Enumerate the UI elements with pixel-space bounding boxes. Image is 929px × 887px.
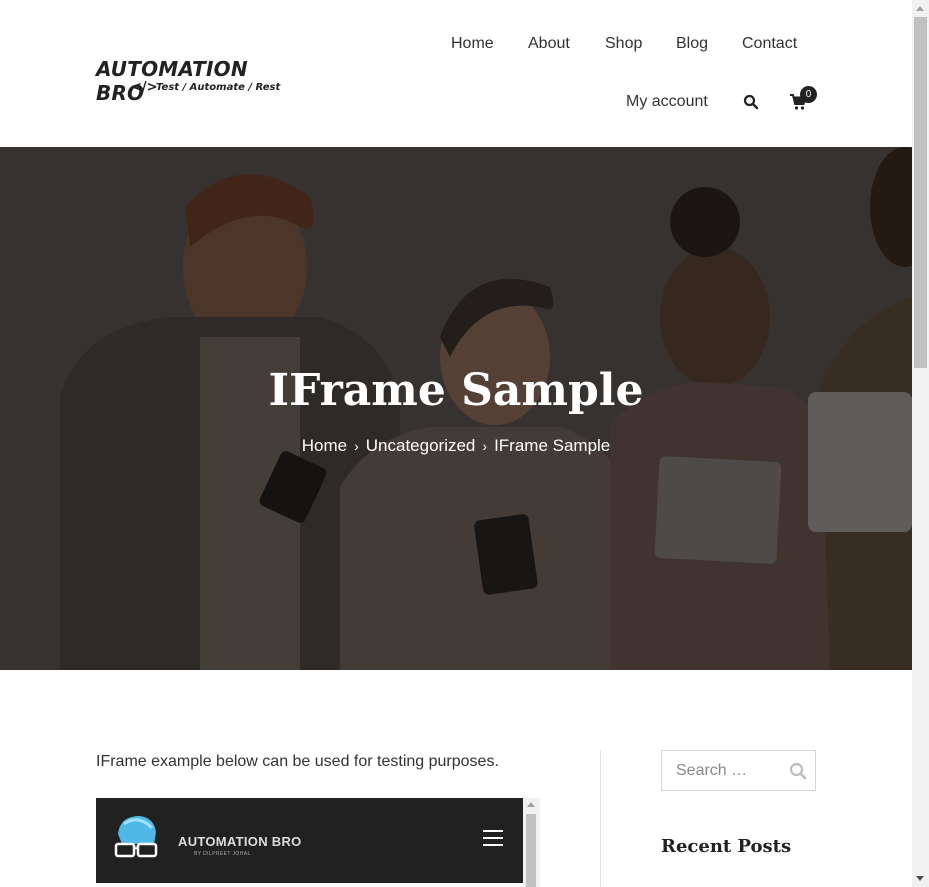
nav-shop[interactable]: Shop (605, 35, 642, 53)
iframe-header: AUTOMATION BRO BY DILPREET JOHAL (96, 798, 523, 883)
breadcrumb-home[interactable]: Home (302, 436, 347, 456)
embedded-iframe[interactable]: AUTOMATION BRO BY DILPREET JOHAL (96, 798, 540, 887)
scroll-down-arrow-icon[interactable] (916, 876, 924, 881)
code-icon: </> (131, 80, 158, 95)
logo-title: AUTOMATION BRO (96, 57, 248, 105)
site-header: AUTOMATION BRO </> Test / Automate / Res… (0, 0, 912, 147)
nav-contact[interactable]: Contact (742, 35, 797, 53)
nav-blog[interactable]: Blog (676, 35, 708, 53)
breadcrumb-current: IFrame Sample (494, 436, 611, 455)
breadcrumb: Home › Uncategorized › IFrame Sample (0, 436, 912, 456)
chevron-right-icon: › (354, 438, 359, 454)
page-scroll-thumb[interactable] (914, 17, 927, 368)
site-logo[interactable]: AUTOMATION BRO </> Test / Automate / Res… (96, 57, 301, 105)
logo-tagline: </> Test / Automate / Rest (131, 80, 281, 95)
iframe-brand: AUTOMATION BRO (178, 834, 302, 849)
nav-about[interactable]: About (528, 35, 570, 53)
iframe-brand-sub: BY DILPREET JOHAL (194, 851, 251, 857)
iframe-scroll-thumb[interactable] (526, 814, 536, 887)
logo-tagline-text: Test / Automate / Rest (156, 82, 281, 93)
intro-text: IFrame example below can be used for tes… (96, 753, 499, 770)
hero-banner: IFrame Sample Home › Uncategorized › IFrame … (0, 147, 912, 670)
search-input[interactable] (676, 761, 781, 781)
recent-posts-heading: Recent Posts (661, 836, 792, 857)
breadcrumb-uncategorized[interactable]: Uncategorized (366, 436, 476, 456)
hamburger-menu-icon[interactable] (483, 830, 503, 848)
page-title: IFrame Sample (268, 365, 644, 416)
nav-my-account[interactable]: My account (626, 93, 708, 111)
mascot-logo-icon[interactable] (114, 814, 160, 862)
page-scrollbar[interactable] (912, 0, 929, 887)
search-submit-icon[interactable] (789, 762, 807, 780)
search-icon[interactable] (743, 94, 759, 110)
iframe-scrollbar[interactable] (523, 798, 540, 887)
content-divider (600, 750, 601, 887)
scroll-up-arrow-icon[interactable] (916, 6, 924, 11)
nav-home[interactable]: Home (451, 35, 494, 53)
chevron-right-icon: › (482, 438, 488, 454)
sidebar-search-form (661, 750, 816, 791)
cart-count-badge: 0 (800, 86, 817, 103)
scroll-up-icon[interactable] (527, 802, 535, 807)
